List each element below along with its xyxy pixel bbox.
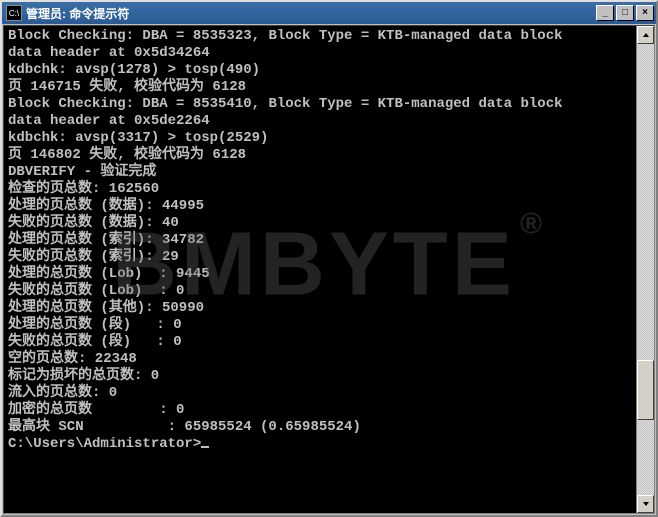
console-line: 页 146802 失败, 校验代码为 6128	[8, 147, 632, 164]
console-output[interactable]: Block Checking: DBA = 8535323, Block Typ…	[4, 26, 636, 513]
console-line: 加密的总页数 : 0	[8, 402, 632, 419]
console-line: Block Checking: DBA = 8535323, Block Typ…	[8, 28, 632, 45]
console-line: 处理的页总数 (索引): 34782	[8, 232, 632, 249]
console-line: 检查的页总数: 162560	[8, 181, 632, 198]
app-icon: C:\	[6, 5, 22, 21]
console-line: 处理的总页数 (其他): 50990	[8, 300, 632, 317]
close-button[interactable]: ×	[636, 5, 654, 21]
console-line: kdbchk: avsp(3317) > tosp(2529)	[8, 130, 632, 147]
client-area: Block Checking: DBA = 8535323, Block Typ…	[3, 25, 655, 514]
console-line: 失败的页总数 (索引): 29	[8, 249, 632, 266]
console-line: C:\Users\Administrator>	[8, 436, 632, 453]
console-line: 处理的总页数 (段) : 0	[8, 317, 632, 334]
minimize-button[interactable]: _	[596, 5, 614, 21]
app-icon-label: C:\	[9, 9, 19, 18]
chevron-up-icon	[642, 31, 650, 39]
window-buttons: _ □ ×	[596, 5, 654, 21]
console-line: 失败的页总数 (数据): 40	[8, 215, 632, 232]
chevron-down-icon	[642, 500, 650, 508]
scroll-up-button[interactable]	[637, 26, 654, 44]
console-line: 失败的总页数 (Lob) : 0	[8, 283, 632, 300]
scrollbar-thumb[interactable]	[637, 360, 654, 420]
console-line: 处理的总页数 (Lob) : 9445	[8, 266, 632, 283]
console-line: 标记为损坏的总页数: 0	[8, 368, 632, 385]
console-line: Block Checking: DBA = 8535410, Block Typ…	[8, 96, 632, 113]
titlebar[interactable]: C:\ 管理员: 命令提示符 _ □ ×	[2, 2, 656, 24]
console-line: data header at 0x5de2264	[8, 113, 632, 130]
window-title: 管理员: 命令提示符	[26, 5, 596, 22]
console-line: 处理的页总数 (数据): 44995	[8, 198, 632, 215]
console-line: 空的页总数: 22348	[8, 351, 632, 368]
maximize-button[interactable]: □	[616, 5, 634, 21]
console-line: 失败的总页数 (段) : 0	[8, 334, 632, 351]
console-line: 页 146715 失败, 校验代码为 6128	[8, 79, 632, 96]
vertical-scrollbar[interactable]	[636, 26, 654, 513]
console-line: data header at 0x5d34264	[8, 45, 632, 62]
console-line: kdbchk: avsp(1278) > tosp(490)	[8, 62, 632, 79]
console-line: DBVERIFY - 验证完成	[8, 164, 632, 181]
command-prompt-window: C:\ 管理员: 命令提示符 _ □ × Block Checking: DBA…	[0, 0, 658, 517]
scrollbar-track[interactable]	[637, 44, 654, 495]
cursor	[201, 446, 209, 448]
console-line: 流入的页总数: 0	[8, 385, 632, 402]
scroll-down-button[interactable]	[637, 495, 654, 513]
console-line: 最高块 SCN : 65985524 (0.65985524)	[8, 419, 632, 436]
